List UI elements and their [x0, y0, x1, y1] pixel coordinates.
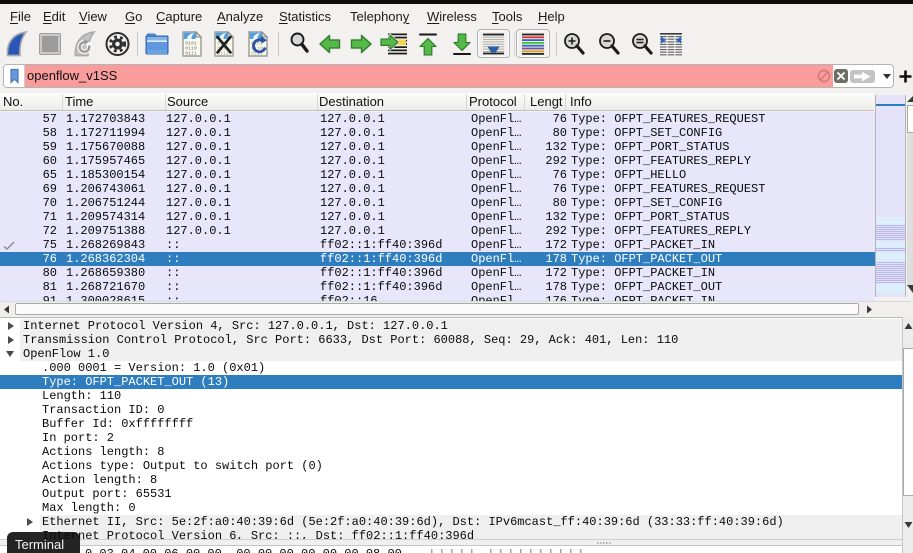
- svg-text:0111: 0111: [185, 51, 197, 57]
